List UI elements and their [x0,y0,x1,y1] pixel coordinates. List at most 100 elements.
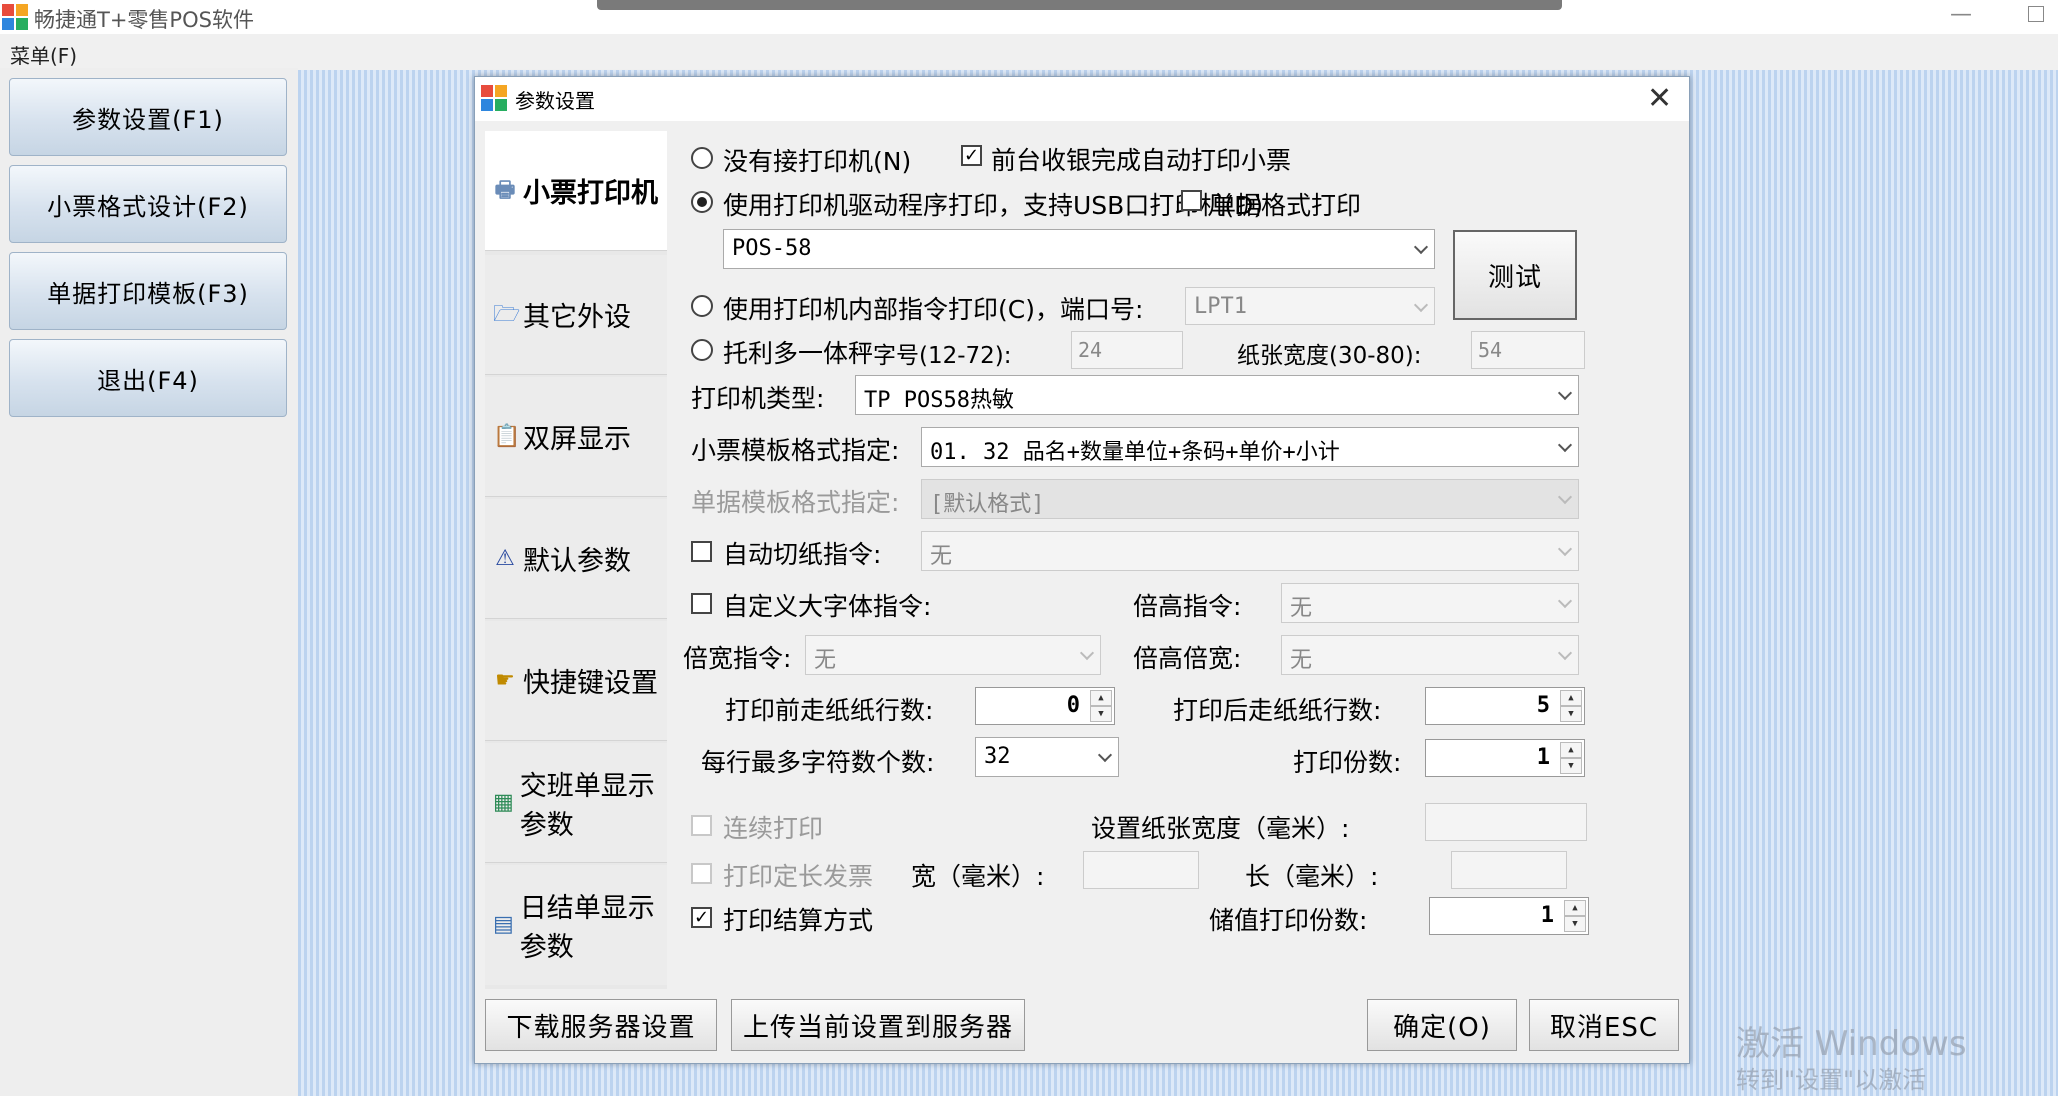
dialog-title: 参数设置 [515,89,595,113]
auto-cut-select[interactable]: 无 [921,531,1579,571]
sidebar: 参数设置(F1) 小票格式设计(F2) 单据打印模板(F3) 退出(F4) [0,68,298,1096]
font-size-field[interactable]: 24 [1071,331,1183,369]
auto-print-checkbox[interactable]: ✓ [961,145,982,166]
cancel-button[interactable]: 取消ESC [1529,999,1679,1051]
double-width-label: 倍宽指令: [683,644,792,673]
double-height-label: 倍高指令: [1133,592,1242,621]
font-size-label: 字号(12-72): [873,343,1012,369]
doc-format-print-label: 单据格式打印 [1211,191,1362,220]
port-select[interactable]: LPT1 [1185,287,1435,325]
fixed-invoice-label: 打印定长发票 [723,862,874,891]
stored-value-copies-stepper[interactable]: 1 ▲ ▼ [1429,897,1589,935]
stepper-down-icon[interactable]: ▼ [1560,706,1582,722]
continuous-print-label: 连续打印 [723,814,824,843]
auto-cut-value: 无 [930,544,953,569]
double-hw-value: 无 [1290,648,1313,673]
default-params-icon: ⚠ [495,545,515,571]
max-chars-select[interactable]: 32 [975,737,1119,777]
download-server-settings-button[interactable]: 下载服务器设置 [485,999,717,1051]
printer-settings-panel: 没有接打印机(N) ✓ 前台收银完成自动打印小票 使用打印机驱动程序打印，支持U… [673,131,1677,989]
max-chars-label: 每行最多字符数个数: [701,748,935,777]
feed-after-label: 打印后走纸纸行数: [1173,696,1382,725]
print-settlement-checkbox[interactable]: ✓ [691,907,712,928]
feed-before-value: 0 [1066,693,1080,718]
doc-template-select[interactable]: [默认格式] [921,479,1579,519]
double-width-value: 无 [814,648,837,673]
stepper-up-icon[interactable]: ▲ [1560,742,1582,758]
settings-dialog: 参数设置 ✕ 🖶 小票打印机 🗁 其它外设 📋 双屏显示 ⚠ 默认参数 ☛ 快捷键设置 ▦… [474,76,1690,1064]
chevron-down-icon [1557,385,1573,401]
stepper-up-icon[interactable]: ▲ [1560,690,1582,706]
double-hw-select[interactable]: 无 [1281,635,1579,675]
feed-after-value: 5 [1536,693,1550,718]
auto-cut-label: 自动切纸指令: [723,540,882,569]
width-mm-field[interactable] [1083,851,1199,889]
app-logo-icon [2,4,28,30]
radio-driver-print[interactable] [691,191,713,213]
folder-icon: 🗁 [493,301,521,327]
fixed-invoice-checkbox[interactable] [691,863,712,884]
close-icon[interactable]: ✕ [1647,81,1672,116]
exit-button[interactable]: 退出(F4) [9,339,287,417]
upload-settings-button[interactable]: 上传当前设置到服务器 [731,999,1025,1051]
driver-select[interactable]: POS-58 [723,229,1435,269]
paper-width-field[interactable]: 54 [1471,331,1585,369]
menu-main[interactable]: 菜单(F) [10,40,77,69]
auto-print-label: 前台收银完成自动打印小票 [991,146,1292,175]
set-paper-width-field[interactable] [1425,803,1587,841]
radio-toledo-scale-label: 托利多一体秤 [723,339,874,368]
stepper-down-icon[interactable]: ▼ [1090,706,1112,722]
hand-icon: ☛ [495,667,515,693]
ticket-template-select[interactable]: 01. 32 品名+数量单位+条码+单价+小计 [921,427,1579,467]
copies-value: 1 [1536,745,1550,770]
double-height-value: 无 [1290,596,1313,621]
nav-label: 默认参数 [523,546,631,577]
double-width-select[interactable]: 无 [805,635,1101,675]
radio-toledo-scale[interactable] [691,339,713,361]
test-button[interactable]: 测试 [1453,230,1577,320]
ok-button[interactable]: 确定(O) [1367,999,1517,1051]
params-settings-button[interactable]: 参数设置(F1) [9,78,287,156]
doc-print-template-button[interactable]: 单据打印模板(F3) [9,252,287,330]
feed-after-stepper[interactable]: 5 ▲ ▼ [1425,687,1585,725]
nav-ticket-printer[interactable]: 🖶 小票打印机 [485,131,667,251]
doc-format-print-checkbox[interactable] [1181,190,1202,211]
chevron-down-icon [1413,239,1429,255]
nav-label: 交班单显示参数 [519,770,655,841]
stepper-up-icon[interactable]: ▲ [1090,690,1112,706]
print-settlement-label: 打印结算方式 [723,906,874,935]
chevron-down-icon [1557,489,1573,505]
radio-no-printer[interactable] [691,147,713,169]
stepper-down-icon[interactable]: ▼ [1564,916,1586,932]
stepper-up-icon[interactable]: ▲ [1564,900,1586,916]
nav-default-params[interactable]: ⚠ 默认参数 [485,499,667,619]
nav-label: 小票打印机 [523,178,658,209]
nav-shortcut-keys[interactable]: ☛ 快捷键设置 [485,621,667,741]
chevron-down-icon [1413,297,1429,313]
printer-type-select[interactable]: TP POS58热敏 [855,375,1579,415]
double-height-select[interactable]: 无 [1281,583,1579,623]
ticket-format-design-button[interactable]: 小票格式设计(F2) [9,165,287,243]
minimize-button[interactable]: — [1950,2,1972,27]
feed-before-stepper[interactable]: 0 ▲ ▼ [975,687,1115,725]
printer-type-label: 打印机类型: [691,384,825,413]
nav-other-devices[interactable]: 🗁 其它外设 [485,255,667,375]
feed-before-label: 打印前走纸纸行数: [725,696,934,725]
radio-internal-cmd[interactable] [691,295,713,317]
big-font-checkbox[interactable] [691,593,712,614]
width-mm-label: 宽（毫米）: [911,862,1045,891]
big-font-label: 自定义大字体指令: [723,592,932,621]
continuous-print-checkbox[interactable] [691,815,712,836]
stored-value-copies-label: 储值打印份数: [1209,906,1368,935]
stepper-down-icon[interactable]: ▼ [1560,758,1582,774]
auto-cut-checkbox[interactable] [691,541,712,562]
copies-label: 打印份数: [1293,748,1402,777]
driver-select-value: POS-58 [732,236,812,261]
restore-button[interactable] [2028,6,2044,22]
printer-type-value: TP POS58热敏 [864,388,1014,413]
nav-shift-report-params[interactable]: ▦ 交班单显示参数 [485,743,667,863]
nav-daily-report-params[interactable]: ▤ 日结单显示参数 [485,865,667,985]
copies-stepper[interactable]: 1 ▲ ▼ [1425,739,1585,777]
nav-dual-screen[interactable]: 📋 双屏显示 [485,377,667,497]
length-mm-field[interactable] [1451,851,1567,889]
